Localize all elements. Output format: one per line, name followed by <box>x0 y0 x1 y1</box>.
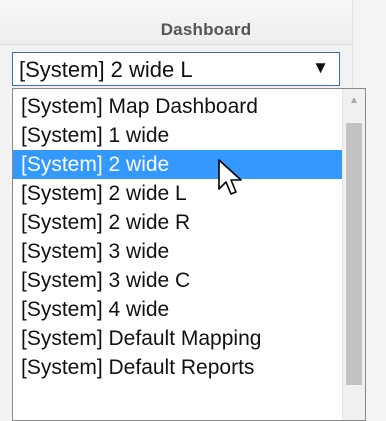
dashboard-dropdown-list[interactable]: [System] Map Dashboard [System] 1 wide [… <box>12 88 366 421</box>
dashboard-select-value: [System] 2 wide L <box>19 57 193 82</box>
dropdown-option[interactable]: [System] 3 wide <box>13 237 343 266</box>
dropdown-option[interactable]: [System] Map Dashboard <box>13 92 343 121</box>
column-header-label: Dashboard <box>160 20 252 39</box>
scrollbar-thumb[interactable] <box>346 123 362 385</box>
dashboard-panel: Dashboard [System] 2 wide L ▼ [System] M… <box>0 0 386 421</box>
dropdown-option[interactable]: [System] Default Reports <box>13 353 343 382</box>
dropdown-option[interactable]: [System] 2 wide R <box>13 208 343 237</box>
mouse-pointer-icon <box>218 159 242 195</box>
dropdown-option[interactable]: [System] 1 wide <box>13 121 343 150</box>
column-header: Dashboard <box>0 0 352 45</box>
dropdown-option[interactable]: [System] 3 wide C <box>13 266 343 295</box>
dropdown-option-highlighted[interactable]: [System] 2 wide <box>13 150 343 179</box>
dropdown-option[interactable]: [System] 4 wide <box>13 295 343 324</box>
scroll-up-arrow-icon[interactable]: ▲ <box>343 89 365 111</box>
dropdown-option[interactable]: [System] Default Mapping <box>13 324 343 353</box>
dashboard-select[interactable]: [System] 2 wide L ▼ <box>12 52 340 86</box>
dropdown-option[interactable]: [System] 2 wide L <box>13 179 343 208</box>
dropdown-options: [System] Map Dashboard [System] 1 wide [… <box>13 92 343 382</box>
chevron-down-icon[interactable]: ▼ <box>312 58 329 78</box>
vertical-scrollbar[interactable]: ▲ <box>342 89 365 420</box>
